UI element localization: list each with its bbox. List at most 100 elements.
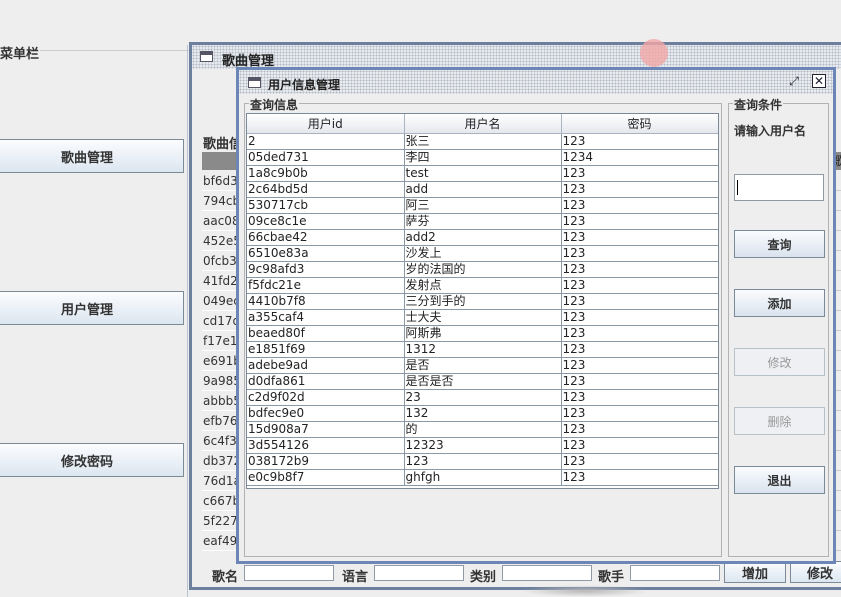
table-row[interactable]: 4410b7f8 三分到手的 123 <box>247 293 718 310</box>
cell-user-id[interactable]: c2d9f02d <box>247 389 405 406</box>
cell-username[interactable]: test <box>404 165 562 182</box>
cell-username[interactable]: 是否 <box>404 357 562 374</box>
cell-password[interactable]: 123 <box>561 213 718 230</box>
modify-user-button[interactable]: 修改 <box>734 348 825 376</box>
cell-username[interactable]: 12323 <box>404 437 562 454</box>
cell-user-id[interactable]: 2c64bd5d <box>247 181 405 198</box>
cell-username[interactable]: 发射点 <box>404 277 562 294</box>
cell-password[interactable]: 123 <box>561 245 718 262</box>
cell-username[interactable]: ghfgh <box>404 469 562 486</box>
cell-password[interactable]: 123 <box>561 341 718 358</box>
table-row[interactable]: e1851f69 1312 123 <box>247 341 718 358</box>
cell-user-id[interactable]: 09ce8c1e <box>247 213 405 230</box>
close-icon[interactable]: ✕ <box>812 74 826 88</box>
column-header-user-id[interactable]: 用户id <box>247 114 405 134</box>
cell-username[interactable]: 阿三 <box>404 197 562 214</box>
category-input[interactable] <box>502 565 592 581</box>
column-header-password[interactable]: 密码 <box>561 114 718 134</box>
cell-username[interactable]: add <box>404 181 562 198</box>
exit-button[interactable]: 退出 <box>734 466 825 494</box>
cell-password[interactable]: 123 <box>561 325 718 342</box>
table-row[interactable]: d0dfa861 是否是否 123 <box>247 373 718 390</box>
cell-user-id[interactable]: d0dfa861 <box>247 373 405 390</box>
menu-song-management-button[interactable]: 歌曲管理 <box>0 139 184 173</box>
column-header-username[interactable]: 用户名 <box>404 114 562 134</box>
table-row[interactable]: c2d9f02d 23 123 <box>247 389 718 406</box>
cell-username[interactable]: 123 <box>404 453 562 470</box>
cell-username[interactable]: 的 <box>404 421 562 438</box>
cell-user-id[interactable]: 15d908a7 <box>247 421 405 438</box>
cell-user-id[interactable]: 2 <box>247 133 405 150</box>
song-name-input[interactable] <box>244 565 334 581</box>
cell-username[interactable]: add2 <box>404 229 562 246</box>
cell-password[interactable]: 123 <box>561 277 718 294</box>
modify-song-button[interactable]: 修改 <box>790 561 841 583</box>
table-row[interactable]: 66cbae42 add2 123 <box>247 229 718 246</box>
cell-password[interactable]: 123 <box>561 261 718 278</box>
song-window-titlebar[interactable]: 歌曲管理 <box>192 39 841 69</box>
table-row[interactable]: 2 张三 123 <box>247 133 718 150</box>
cell-password[interactable]: 123 <box>561 197 718 214</box>
cell-user-id[interactable]: bdfec9e0 <box>247 405 405 422</box>
cell-username[interactable]: 张三 <box>404 133 562 150</box>
cell-password[interactable]: 123 <box>561 421 718 438</box>
table-row[interactable]: 09ce8c1e 萨芬 123 <box>247 213 718 230</box>
cell-password[interactable]: 1234 <box>561 149 718 166</box>
cell-user-id[interactable]: e1851f69 <box>247 341 405 358</box>
cell-username[interactable]: 沙发上 <box>404 245 562 262</box>
cell-password[interactable]: 123 <box>561 405 718 422</box>
table-row[interactable]: 15d908a7 的 123 <box>247 421 718 438</box>
cell-password[interactable]: 123 <box>561 389 718 406</box>
table-row[interactable]: a355caf4 士大夫 123 <box>247 309 718 326</box>
cell-username[interactable]: 是否是否 <box>404 373 562 390</box>
username-search-input[interactable] <box>734 174 824 201</box>
table-row[interactable]: 9c98afd3 岁的法国的 123 <box>247 261 718 278</box>
cell-password[interactable]: 123 <box>561 165 718 182</box>
cell-username[interactable]: 士大夫 <box>404 309 562 326</box>
table-row[interactable]: 038172b9 123 123 <box>247 453 718 470</box>
table-row[interactable]: adebe9ad 是否 123 <box>247 357 718 374</box>
cell-password[interactable]: 123 <box>561 373 718 390</box>
cell-username[interactable]: 132 <box>404 405 562 422</box>
table-row[interactable]: 6510e83a 沙发上 123 <box>247 245 718 262</box>
cell-password[interactable]: 123 <box>561 293 718 310</box>
table-row[interactable]: f5fdc21e 发射点 123 <box>247 277 718 294</box>
cell-user-id[interactable]: beaed80f <box>247 325 405 342</box>
cell-username[interactable]: 李四 <box>404 149 562 166</box>
cell-user-id[interactable]: 66cbae42 <box>247 229 405 246</box>
cell-password[interactable]: 123 <box>561 229 718 246</box>
restore-icon[interactable]: ⤢ <box>787 74 801 88</box>
cell-user-id[interactable]: 3d554126 <box>247 437 405 454</box>
cell-user-id[interactable]: f5fdc21e <box>247 277 405 294</box>
table-row[interactable]: e0c9b8f7 ghfgh 123 <box>247 469 718 486</box>
add-user-button[interactable]: 添加 <box>734 289 825 317</box>
cell-username[interactable]: 三分到手的 <box>404 293 562 310</box>
cell-username[interactable]: 1312 <box>404 341 562 358</box>
cell-password[interactable]: 123 <box>561 133 718 150</box>
cell-password[interactable]: 123 <box>561 469 718 486</box>
singer-input[interactable] <box>630 565 720 581</box>
cell-user-id[interactable]: adebe9ad <box>247 357 405 374</box>
cell-username[interactable]: 阿斯弗 <box>404 325 562 342</box>
table-row[interactable]: 05ded731 李四 1234 <box>247 149 718 166</box>
cell-username[interactable]: 23 <box>404 389 562 406</box>
cell-user-id[interactable]: 4410b7f8 <box>247 293 405 310</box>
cell-username[interactable]: 岁的法国的 <box>404 261 562 278</box>
cell-user-id[interactable]: 1a8c9b0b <box>247 165 405 182</box>
table-row[interactable]: beaed80f 阿斯弗 123 <box>247 325 718 342</box>
cell-user-id[interactable]: 6510e83a <box>247 245 405 262</box>
cell-password[interactable]: 123 <box>561 181 718 198</box>
menu-user-management-button[interactable]: 用户管理 <box>0 291 184 325</box>
cell-user-id[interactable]: a355caf4 <box>247 309 405 326</box>
cell-password[interactable]: 123 <box>561 437 718 454</box>
cell-password[interactable]: 123 <box>561 357 718 374</box>
add-song-button[interactable]: 增加 <box>724 561 786 583</box>
table-row[interactable]: bdfec9e0 132 123 <box>247 405 718 422</box>
table-row[interactable]: 2c64bd5d add 123 <box>247 181 718 198</box>
cell-user-id[interactable]: 530717cb <box>247 197 405 214</box>
table-row[interactable]: 530717cb 阿三 123 <box>247 197 718 214</box>
cell-password[interactable]: 123 <box>561 309 718 326</box>
user-table[interactable]: 用户id 用户名 密码 2 张三 123 05ded731 李四 1234 1a8c9b0b… <box>246 113 719 489</box>
cell-user-id[interactable]: 05ded731 <box>247 149 405 166</box>
table-row[interactable]: 3d554126 12323 123 <box>247 437 718 454</box>
